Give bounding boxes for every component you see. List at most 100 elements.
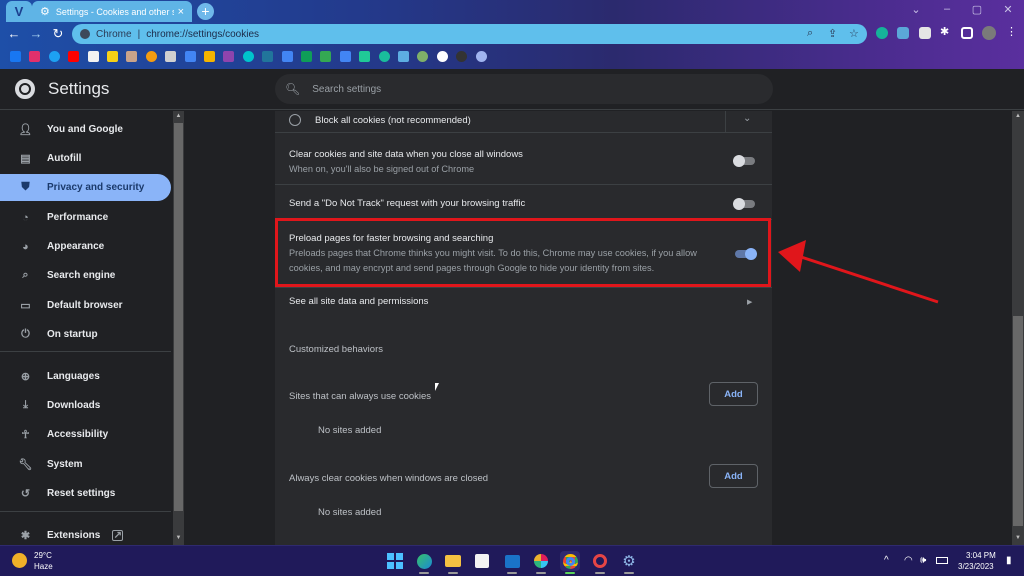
clock-date[interactable]: 3/23/2023 — [958, 562, 994, 571]
bookmark-amazon-icon[interactable] — [87, 51, 99, 62]
bookmark-twitter-icon[interactable] — [48, 51, 60, 62]
reload-button[interactable]: ↻ — [50, 26, 66, 42]
scroll-down-arrow-icon[interactable]: ▼ — [173, 535, 184, 541]
notifications-icon[interactable]: ▮ — [1006, 555, 1012, 566]
do-not-track-toggle[interactable] — [733, 197, 757, 211]
bookmark-star-icon[interactable]: ☆ — [849, 27, 859, 40]
bookmark-sheets-ext-icon[interactable] — [359, 51, 371, 62]
battery-icon[interactable] — [936, 557, 948, 564]
bookmark-settings-ext-icon[interactable] — [475, 51, 487, 62]
share-icon[interactable]: ⇪ — [828, 27, 837, 40]
tray-chevron-icon[interactable]: ^ — [884, 555, 889, 566]
bookmark-google-ads-icon[interactable] — [184, 51, 196, 62]
sidebar-item-downloads[interactable]: ⤓ Downloads — [0, 392, 171, 419]
outlook-icon[interactable] — [502, 551, 522, 574]
address-bar[interactable]: Chrome | chrome://settings/cookies ⌕ ⇪ ☆ — [72, 24, 867, 44]
clear-on-close-row[interactable]: Clear cookies and site data when you clo… — [275, 133, 772, 185]
app-badge-icon[interactable]: V — [6, 1, 32, 22]
bookmark-stats-icon[interactable] — [223, 51, 235, 62]
windows-start-icon[interactable] — [385, 551, 405, 571]
maximize-button[interactable]: ▢ — [967, 3, 987, 16]
new-tab-button[interactable]: + — [197, 3, 214, 20]
sidebar-scrollbar-thumb[interactable] — [174, 123, 183, 511]
bookmark-canva-icon[interactable] — [242, 51, 254, 62]
block-all-radio[interactable] — [289, 114, 301, 126]
scroll-down-arrow-icon[interactable]: ▼ — [1012, 535, 1024, 541]
do-not-track-row[interactable]: Send a "Do Not Track" request with your … — [275, 185, 772, 220]
bookmark-instagram-icon[interactable] — [29, 51, 41, 62]
weather-description[interactable]: Haze — [34, 562, 53, 571]
forward-button[interactable]: → — [28, 26, 44, 42]
grammarly-extension-icon[interactable] — [876, 27, 888, 39]
bookmark-analytics-icon[interactable] — [204, 51, 215, 62]
bookmark-google-docs-icon[interactable] — [281, 51, 293, 62]
bookmark-flipkart-icon[interactable] — [107, 51, 118, 62]
scroll-up-arrow-icon[interactable]: ▲ — [1012, 113, 1024, 119]
bookmark-facebook-icon[interactable] — [10, 51, 21, 62]
sidebar-item-performance[interactable]: ◔ Performance — [0, 204, 171, 231]
sidebar-scrollbar[interactable]: ▲ ▼ — [173, 111, 184, 545]
wifi-icon[interactable]: ◠ — [904, 555, 913, 566]
bookmark-moon-ext-icon[interactable] — [456, 51, 468, 62]
bookmark-google-icon[interactable] — [436, 51, 448, 62]
weather-temperature[interactable]: 29°C — [34, 551, 52, 560]
bookmark-translate-icon[interactable] — [339, 51, 351, 62]
sidebar-item-appearance[interactable]: ◕ Appearance — [0, 233, 171, 260]
block-all-cookies-row[interactable]: Block all cookies (not recommended) ⌄ — [275, 111, 772, 133]
tab-search-button[interactable]: ⌄ — [906, 3, 926, 16]
main-scrollbar[interactable]: ▲ ▼ — [1012, 111, 1024, 545]
sidebar-item-on-startup[interactable]: ⏻ On startup — [0, 321, 171, 348]
main-scrollbar-thumb[interactable] — [1013, 316, 1023, 526]
bookmark-youtube-icon[interactable] — [68, 51, 80, 62]
file-explorer-icon[interactable] — [443, 551, 463, 574]
gear-logo: ⚙ — [622, 553, 636, 570]
extension-icon[interactable] — [897, 27, 909, 39]
volume-icon[interactable]: 🕪︎ — [920, 555, 926, 566]
add-clear-site-button[interactable]: Add — [709, 464, 758, 488]
bookmark-cloud-icon[interactable] — [398, 51, 409, 62]
tab-settings[interactable]: ⚙ Settings - Cookies and other site data… — [32, 1, 192, 22]
minimize-button[interactable]: – — [937, 3, 957, 15]
kebab-menu-icon[interactable]: ⋮ — [1006, 25, 1018, 38]
search-input[interactable] — [312, 83, 713, 95]
tab-close-button[interactable]: × — [178, 6, 184, 18]
add-allow-site-button[interactable]: Add — [709, 382, 758, 406]
slack-icon[interactable] — [531, 551, 551, 574]
sidebar-item-accessibility[interactable]: ☥ Accessibility — [0, 421, 171, 448]
reader-extension-icon[interactable] — [919, 27, 931, 39]
sidebar-item-system[interactable]: 🔧︎ System — [0, 451, 171, 478]
side-panel-icon[interactable] — [961, 27, 973, 39]
sidebar-item-you-and-google[interactable]: 👤︎ You and Google — [0, 116, 171, 143]
sidebar-item-autofill[interactable]: ▤ Autofill — [0, 145, 171, 172]
chevron-down-icon[interactable]: ⌄ — [743, 113, 751, 124]
puzzle-icon[interactable]: ✱ — [940, 25, 952, 38]
back-button[interactable]: ← — [6, 26, 22, 42]
bookmark-profile-icon[interactable] — [126, 51, 138, 62]
sidebar-item-privacy-and-security[interactable]: ⛊ Privacy and security — [0, 174, 171, 201]
close-window-button[interactable]: ✕ — [998, 3, 1018, 16]
bookmark-store-icon[interactable] — [165, 51, 177, 62]
bookmark-wordpress-icon[interactable] — [262, 51, 274, 62]
edge-icon[interactable] — [414, 551, 434, 574]
chrome-taskbar-icon[interactable] — [560, 551, 580, 574]
clear-on-close-toggle[interactable] — [733, 154, 757, 168]
bookmark-google-drive-icon[interactable] — [320, 51, 332, 62]
opera-icon[interactable] — [590, 551, 610, 574]
bookmark-reload-ext-icon[interactable] — [417, 51, 429, 62]
bookmark-signal-icon[interactable] — [378, 51, 390, 62]
ms-store-icon[interactable] — [472, 551, 492, 571]
settings-app-icon[interactable]: ⚙ — [619, 551, 639, 574]
clock-time[interactable]: 3:04 PM — [966, 551, 996, 560]
weather-sun-icon[interactable] — [12, 553, 27, 568]
profile-avatar[interactable] — [982, 26, 996, 40]
sidebar-item-default-browser[interactable]: ▭ Default browser — [0, 292, 171, 319]
sidebar-item-reset-settings[interactable]: ↺ Reset settings — [0, 480, 171, 507]
bookmark-google-sheets-icon[interactable] — [301, 51, 312, 62]
bookmark-blogger-icon[interactable] — [145, 51, 157, 62]
sidebar-item-search-engine[interactable]: ⌕ Search engine — [0, 262, 171, 289]
see-all-site-data-row[interactable]: See all site data and permissions ▶ — [275, 288, 772, 316]
sidebar-item-languages[interactable]: ⊕ Languages — [0, 363, 171, 390]
search-settings[interactable]: 🔍︎ — [275, 74, 773, 104]
zoom-icon[interactable]: ⌕ — [807, 27, 813, 40]
scroll-up-arrow-icon[interactable]: ▲ — [173, 113, 184, 119]
